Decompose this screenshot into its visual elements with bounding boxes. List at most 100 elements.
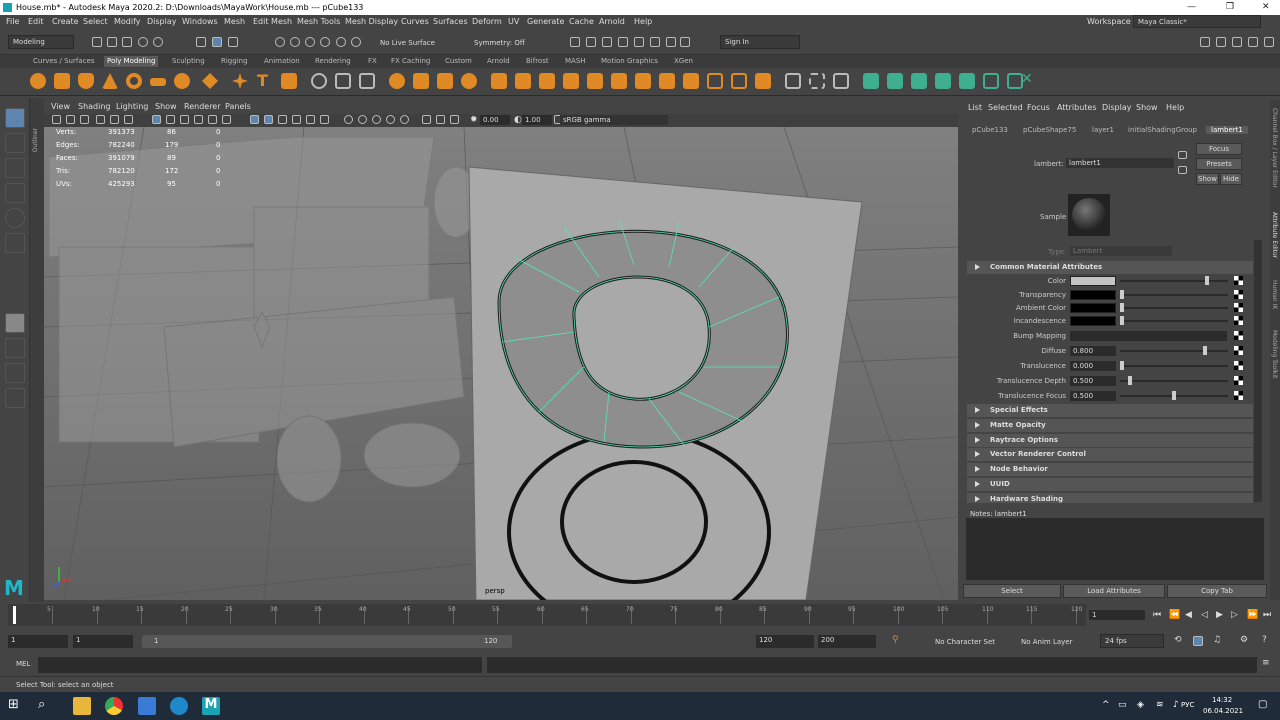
super-shape-icon[interactable] [232,73,248,89]
notes-field[interactable] [966,518,1264,580]
attr-slider[interactable] [1120,350,1228,352]
clock-date[interactable]: 06.04.2021 [1203,707,1243,715]
map-button-icon[interactable] [1234,376,1243,385]
screen-space-ao-icon[interactable] [358,115,367,124]
panel-menu-renderer[interactable]: Renderer [184,102,221,111]
history-icon[interactable] [570,37,580,47]
attr-slider-handle[interactable] [1172,391,1176,400]
bevel-icon[interactable] [563,73,579,89]
attr-slider[interactable] [1120,365,1228,367]
panel-menu-show[interactable]: Show [155,102,177,111]
ae-scrollbar[interactable] [1254,240,1262,502]
menu-mesh-tools[interactable]: Mesh Tools [297,17,340,26]
map-button-icon[interactable] [1234,346,1243,355]
side-tab-attribute-editor[interactable]: Attribute Editor [1271,212,1278,258]
attr-value-field[interactable]: 0.500 [1070,376,1116,386]
quad-draw-icon[interactable] [833,73,849,89]
notifications-icon[interactable]: ▢ [1258,699,1267,710]
grid-toggle-icon[interactable] [152,115,161,124]
character-controls-icon[interactable] [1216,37,1226,47]
menu-generate[interactable]: Generate [527,17,564,26]
remesh-icon[interactable] [461,73,477,89]
image-plane-icon[interactable] [96,115,105,124]
poly-plane-icon[interactable] [150,78,166,86]
bump-mapping-field[interactable] [1070,331,1227,341]
script-editor-icon[interactable]: ≡ [1262,658,1270,668]
panel-menu-lighting[interactable]: Lighting [116,102,148,111]
anim-prefs-icon[interactable]: ⚙ [1240,635,1248,645]
close-icon[interactable]: ✕ [1262,2,1270,12]
node-tab-pcube133[interactable]: pCube133 [972,126,1008,134]
node-tab-initialshadinggroup[interactable]: initialShadingGroup [1128,126,1197,134]
node-tab-layer1[interactable]: layer1 [1092,126,1114,134]
color-swatch[interactable] [1070,303,1116,313]
offset-edge-loop-icon[interactable] [707,73,723,89]
camera-map-icon[interactable] [959,73,975,89]
node-tab-lambert1[interactable]: lambert1 [1206,126,1248,134]
gamma-field[interactable]: 1.00 [522,115,552,125]
minimize-icon[interactable]: — [1187,2,1196,12]
select-hierarchy-icon[interactable] [196,37,206,47]
section-hardware-shading[interactable]: Hardware Shading [967,493,1253,503]
grease-pencil-icon[interactable] [124,115,133,124]
shelf-tab-fx-caching[interactable]: FX Caching [388,56,433,67]
menu-edit-mesh[interactable]: Edit Mesh [253,17,292,26]
map-button-icon[interactable] [1234,303,1243,312]
ae-menu-selected[interactable]: Selected [988,103,1023,112]
menu-help[interactable]: Help [634,17,652,26]
shelf-tab-fx[interactable]: FX [365,56,380,67]
attr-slider[interactable] [1120,307,1228,309]
unfold-icon[interactable]: ✕ [1021,71,1037,87]
snap-point-icon[interactable] [305,37,315,47]
focus-button[interactable]: Focus [1196,143,1242,155]
outliner-strip[interactable]: Outliner [30,98,44,608]
menu-cache[interactable]: Cache [569,17,594,26]
boolean-icon[interactable] [389,73,405,89]
render-settings-icon[interactable] [618,37,628,47]
ae-menu-help[interactable]: Help [1166,103,1184,112]
common-material-section[interactable]: Common Material Attributes [967,261,1253,274]
retopologize-icon[interactable] [491,73,507,89]
sound-icon[interactable] [1193,636,1203,646]
svg-tool-icon[interactable] [281,73,297,89]
cylindrical-map-icon[interactable] [887,73,903,89]
color-swatch[interactable] [1070,276,1116,286]
map-button-icon[interactable] [1234,316,1243,325]
input-language[interactable]: РУС [1181,701,1194,709]
tray-volume-icon[interactable]: ♪ [1173,700,1179,710]
workspace-dropdown[interactable]: Maya Classic* [1133,15,1261,28]
tool-settings-icon[interactable] [1248,37,1258,47]
render-frame-icon[interactable] [586,37,596,47]
command-input[interactable] [38,657,482,673]
shelf-tab-animation[interactable]: Animation [261,56,303,67]
ae-menu-show[interactable]: Show [1136,103,1158,112]
shelf-tab-rigging[interactable]: Rigging [218,56,251,67]
attr-slider-handle[interactable] [1120,361,1124,370]
section-raytrace-options[interactable]: Raytrace Options [967,434,1253,447]
anim-layer-dropdown[interactable]: No Anim Layer [1021,638,1072,646]
attr-slider-handle[interactable] [1128,376,1132,385]
new-scene-icon[interactable] [92,37,102,47]
ae-menu-focus[interactable]: Focus [1027,103,1050,112]
pause-icon[interactable] [680,37,690,47]
windows-start-icon[interactable]: ⊞ [8,697,26,715]
attr-value-field[interactable]: 0.800 [1070,346,1116,356]
hypershade-icon[interactable] [634,37,644,47]
persp-outliner-icon[interactable] [5,363,25,383]
map-button-icon[interactable] [1234,391,1243,400]
shelf-tab-curves[interactable]: Curves / Surfaces [30,56,97,67]
menu-select[interactable]: Select [83,17,108,26]
attr-slider-handle[interactable] [1120,303,1124,312]
paint-select-icon[interactable] [5,158,25,178]
viewport-persp[interactable]: persp [44,127,958,600]
loop-icon[interactable]: ⟲ [1174,635,1182,645]
modeling-toolkit-icon[interactable] [1200,37,1210,47]
attr-slider[interactable] [1120,280,1228,282]
attr-value-field[interactable]: 0.500 [1070,391,1116,401]
timeline-track[interactable] [8,604,1086,626]
photos-icon[interactable] [138,697,156,715]
live-surface-field[interactable]: No Live Surface [380,39,435,47]
snap-vertex-icon[interactable] [351,37,361,47]
extrude-icon[interactable] [515,73,531,89]
ae-menu-list[interactable]: List [968,103,982,112]
